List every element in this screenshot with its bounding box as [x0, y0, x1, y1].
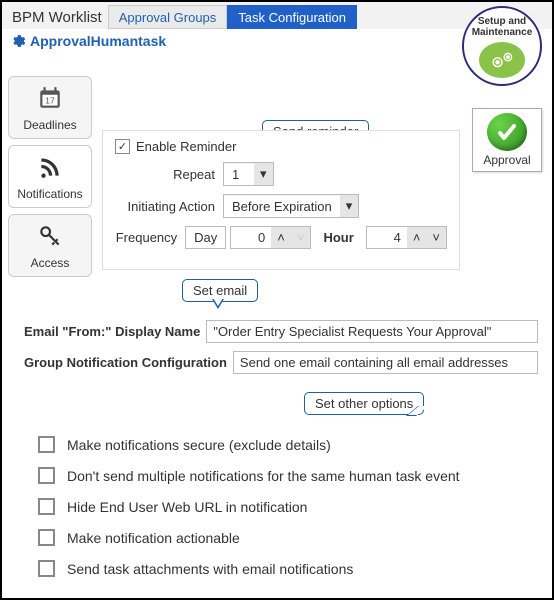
- enable-reminder-label: Enable Reminder: [136, 139, 236, 154]
- task-name: ApprovalHumantask: [30, 33, 166, 49]
- frequency-unit-dropdown[interactable]: Day: [185, 226, 226, 249]
- option-hide-url[interactable]: Hide End User Web URL in notification: [38, 498, 538, 515]
- key-icon: [37, 223, 63, 252]
- checkbox[interactable]: [38, 529, 55, 546]
- setup-badge-label: Setup and Maintenance: [464, 16, 540, 38]
- group-notify-input[interactable]: Send one email containing all email addr…: [233, 351, 538, 374]
- calendar-icon: 17: [37, 85, 63, 114]
- checkbox[interactable]: [38, 436, 55, 453]
- gear-icon: [479, 42, 525, 78]
- frequency-qty-spinner[interactable]: 0 ˄ ˅: [230, 226, 311, 249]
- sidebar-item-label: Deadlines: [23, 118, 76, 132]
- signal-icon: [37, 154, 63, 183]
- sidebar-item-notifications[interactable]: Notifications: [8, 145, 92, 208]
- reminder-panel: ✓ Enable Reminder Repeat 1 ▾ Initiating …: [102, 130, 460, 270]
- tab-task-configuration[interactable]: Task Configuration: [227, 5, 357, 29]
- approval-tile[interactable]: Approval: [472, 108, 542, 172]
- chevron-up-icon[interactable]: ˄: [407, 227, 427, 248]
- chevron-up-icon[interactable]: ˄: [271, 227, 291, 248]
- repeat-dropdown[interactable]: 1 ▾: [223, 162, 274, 186]
- app-title: BPM Worklist: [6, 7, 108, 28]
- sidebar-item-deadlines[interactable]: 17 Deadlines: [8, 76, 92, 139]
- tab-approval-groups[interactable]: Approval Groups: [108, 5, 228, 29]
- approval-tile-label: Approval: [483, 153, 530, 167]
- sidebar-item-label: Notifications: [17, 187, 82, 201]
- repeat-label: Repeat: [115, 167, 215, 182]
- email-from-input[interactable]: "Order Entry Specialist Requests Your Ap…: [206, 320, 538, 343]
- setup-badge[interactable]: Setup and Maintenance: [462, 6, 542, 86]
- option-secure[interactable]: Make notifications secure (exclude detai…: [38, 436, 538, 453]
- email-from-label: Email "From:" Display Name: [24, 324, 200, 339]
- checkmark-icon: [487, 113, 527, 151]
- frequency-label: Frequency: [115, 230, 177, 245]
- initiating-label: Initiating Action: [115, 199, 215, 214]
- chevron-down-icon: ▾: [254, 163, 273, 185]
- callout-other-options: Set other options: [304, 392, 424, 415]
- checkbox[interactable]: [38, 498, 55, 515]
- chevron-down-icon: ▾: [340, 195, 359, 217]
- sidebar: 17 Deadlines Notifications Access: [8, 76, 92, 277]
- hour-spinner[interactable]: 4 ˄ ˅: [366, 226, 447, 249]
- chevron-down-icon[interactable]: ˅: [426, 227, 446, 248]
- enable-reminder-checkbox[interactable]: ✓: [115, 139, 130, 154]
- sidebar-item-label: Access: [31, 256, 70, 270]
- option-actionable[interactable]: Make notification actionable: [38, 529, 538, 546]
- option-attachments[interactable]: Send task attachments with email notific…: [38, 560, 538, 577]
- options-list: Make notifications secure (exclude detai…: [38, 436, 538, 577]
- hour-label: Hour: [323, 230, 353, 245]
- task-icon: [10, 33, 26, 49]
- checkbox[interactable]: [38, 467, 55, 484]
- option-no-duplicate[interactable]: Don't send multiple notifications for th…: [38, 467, 538, 484]
- sidebar-item-access[interactable]: Access: [8, 214, 92, 277]
- checkbox[interactable]: [38, 560, 55, 577]
- initiating-dropdown[interactable]: Before Expiration ▾: [223, 194, 359, 218]
- chevron-down-icon[interactable]: ˅: [291, 227, 311, 248]
- email-section: Email "From:" Display Name "Order Entry …: [24, 312, 538, 591]
- svg-text:17: 17: [45, 95, 55, 105]
- group-notify-label: Group Notification Configuration: [24, 355, 227, 370]
